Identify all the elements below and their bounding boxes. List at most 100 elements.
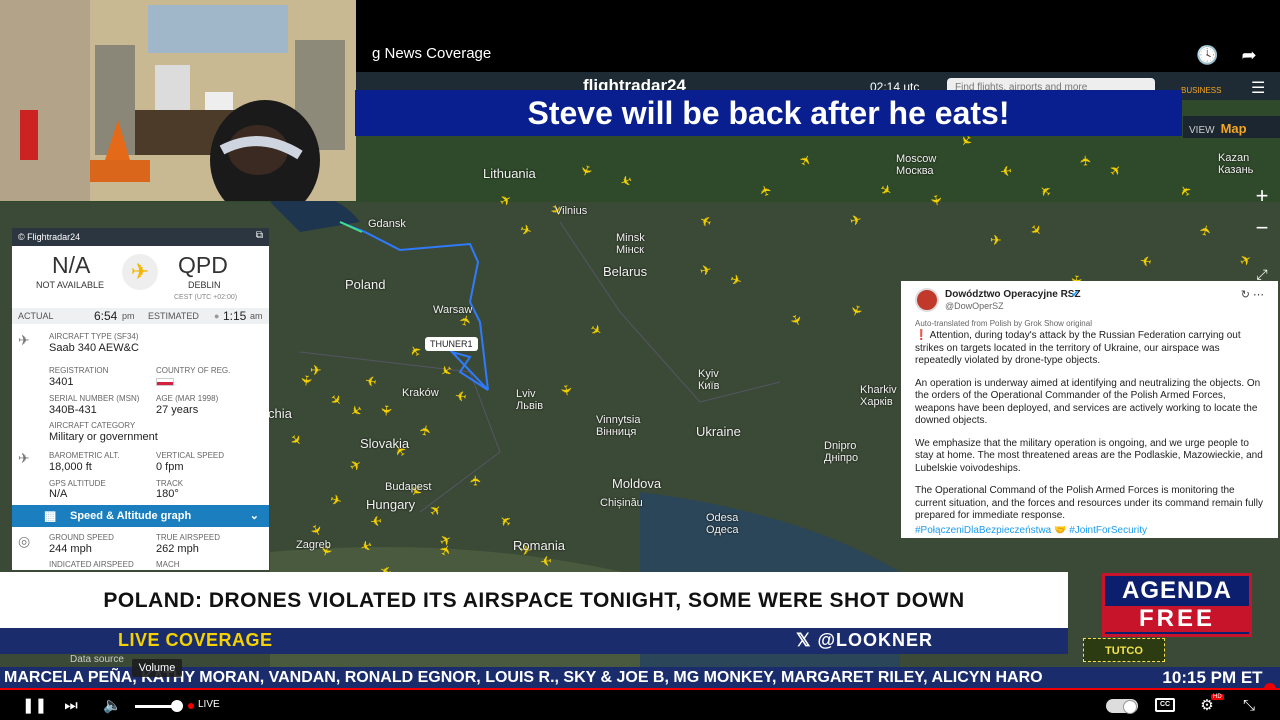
aircraft-marker-icon[interactable]: ✈ — [999, 161, 1012, 179]
map-label: Kraków — [402, 387, 439, 399]
pause-icon[interactable]: ❚❚ — [22, 696, 47, 716]
captions-button[interactable]: CC — [1155, 698, 1175, 712]
zoom-out-button[interactable]: − — [1248, 214, 1276, 242]
route-summary: N/A NOT AVAILABLE ✈ QPD DEBLIN CEST (UTC… — [12, 246, 269, 308]
agenda-free-logo: AGENDA FREE — [1102, 573, 1252, 637]
overlay-banner: Steve will be back after he eats! — [355, 90, 1182, 136]
video-title[interactable]: g News Coverage — [372, 45, 491, 62]
next-icon[interactable]: ⏭ — [62, 696, 80, 716]
actual-suffix: pm — [122, 311, 135, 321]
live-coverage-label: LIVE COVERAGE — [118, 630, 273, 650]
aircraft-marker-icon[interactable]: ✈ — [454, 386, 468, 404]
webcam-scene — [0, 0, 356, 201]
dest-name: DEBLIN — [188, 280, 221, 290]
hd-badge: HD — [1211, 694, 1224, 700]
speed-altitude-graph-toggle[interactable]: ▦ Speed & Altitude graph ⌄ — [12, 505, 269, 527]
map-label: Kyiv Київ — [698, 368, 720, 392]
map-label: Slovakia — [360, 436, 410, 451]
aircraft-marker-icon[interactable]: ✈ — [1077, 154, 1094, 166]
share-icon[interactable]: ➦ — [1238, 44, 1260, 66]
actual-time: 6:54 — [94, 309, 118, 323]
aircraft-marker-icon[interactable]: ✈ — [539, 551, 553, 569]
baro-label: BAROMETRIC ALT. — [49, 451, 120, 460]
business-label[interactable]: BUSINESS — [1181, 86, 1221, 95]
dest-timezone: CEST (UTC +02:00) — [174, 294, 238, 301]
map-label: Lithuania — [483, 166, 536, 181]
avatar[interactable] — [915, 288, 939, 312]
translation-note[interactable]: Auto-translated from Polish by Grok Show… — [915, 318, 1092, 331]
aircraft-marker-icon[interactable]: ✈ — [377, 404, 395, 417]
tweet-paragraph: ❗ Attention, during today's attack by th… — [915, 330, 1241, 366]
map-label: Warsaw — [433, 304, 473, 316]
callsign-callout[interactable]: THUNER1 — [425, 337, 478, 351]
tweet-hashtags[interactable]: #PołączeniDlaBezpieczeństwa 🤝 #JointForS… — [915, 525, 1265, 538]
estimated-time: 1:15 — [223, 309, 247, 323]
flight-info-panel: © Flightradar24 ⧉ N/A NOT AVAILABLE ✈ QP… — [12, 228, 269, 570]
tweet-paragraph: An operation is underway aimed at identi… — [915, 377, 1261, 427]
map-label: Gdansk — [368, 218, 406, 230]
brand-top: AGENDA — [1121, 577, 1232, 604]
altitude-icon: ✈ — [18, 450, 30, 466]
map-label: chia — [268, 406, 292, 421]
x-handle: 𝕏 @LOOKNER — [796, 630, 934, 650]
map-label: Moscow Москва — [896, 153, 937, 177]
live-label[interactable]: LIVE — [198, 699, 220, 710]
map-label: Zagreb — [296, 539, 331, 551]
map-label: Kharkiv Харків — [860, 384, 897, 408]
webcam-inset — [0, 0, 356, 201]
dot-icon: ● — [214, 311, 220, 321]
tweet-body: ❗ Attention, during today's attack by th… — [915, 330, 1265, 537]
map-label: Kazan Казань — [1218, 152, 1254, 176]
view-control[interactable]: VIEW Map — [1183, 116, 1280, 138]
data-source-label[interactable]: Data source — [70, 654, 124, 665]
origin-code: N/A — [52, 252, 91, 278]
volume-tooltip: Volume — [132, 659, 182, 677]
autoplay-toggle[interactable] — [1106, 699, 1138, 714]
origin-name: NOT AVAILABLE — [36, 280, 105, 290]
live-dot-icon — [188, 703, 194, 709]
vspeed-label: VERTICAL SPEED — [156, 451, 225, 460]
player-controls: ❚❚ ⏭ 🔈 LIVE CC ⚙ HD ⤡ — [0, 690, 1280, 720]
exit-fullscreen-icon[interactable]: ⤡ — [1238, 696, 1260, 716]
tweet-card[interactable]: Dowództwo Operacyjne RSZ ✔ @DowOperSZ ↻ … — [901, 281, 1278, 538]
aircraft-marker-icon[interactable]: ✈ — [990, 232, 1002, 249]
aircraft-marker-icon[interactable]: ✈ — [467, 474, 484, 487]
map-label: Moldova — [612, 476, 662, 491]
chevron-down-icon: ⌄ — [249, 510, 259, 522]
vspeed: 0 fpm — [156, 461, 184, 473]
volume-knob[interactable] — [171, 700, 183, 712]
aircraft-icon: ✈ — [18, 332, 30, 348]
poland-flag-icon — [156, 378, 174, 386]
age: 27 years — [156, 404, 199, 416]
zoom-in-button[interactable]: + — [1248, 182, 1276, 210]
tweet-handle[interactable]: @DowOperSZ — [945, 300, 1004, 313]
registration-label: REGISTRATION — [49, 366, 109, 375]
ground-label: GROUND SPEED — [49, 533, 114, 542]
view-label: VIEW — [1189, 125, 1215, 136]
tweet-paragraph: The Operational Command of the Polish Ar… — [915, 485, 1263, 521]
track-label: TRACK — [156, 479, 184, 488]
estimated-suffix: am — [250, 311, 263, 321]
volume-icon[interactable]: 🔈 — [103, 696, 122, 716]
registration: 3401 — [49, 376, 74, 388]
aircraft-marker-icon[interactable]: ✈ — [297, 374, 315, 388]
speed-icon: ◎ — [18, 533, 31, 549]
indicated-label: INDICATED AIRSPEED — [49, 560, 134, 569]
category-label: AIRCRAFT CATEGORY — [49, 421, 136, 430]
aircraft-marker-icon[interactable]: ✈ — [369, 512, 382, 530]
estimated-label: ESTIMATED — [148, 311, 199, 321]
gps: N/A — [49, 488, 68, 500]
aircraft-type: Saab 340 AEW&C — [49, 342, 139, 354]
clock-icon[interactable]: 🕓 — [1196, 44, 1218, 66]
hamburger-menu-icon[interactable]: ☰ — [1251, 78, 1265, 98]
view-value[interactable]: Map — [1221, 121, 1247, 136]
more-icon[interactable]: ↻ ⋯ — [1241, 289, 1264, 302]
map-label: Ukraine — [696, 424, 741, 439]
news-headline: POLAND: DRONES VIOLATED ITS AIRSPACE TON… — [0, 572, 1068, 628]
ground: 244 mph — [49, 543, 92, 555]
expand-icon[interactable]: ⧉ — [256, 230, 263, 241]
dest-code: QPD — [178, 252, 228, 278]
video-player[interactable]: ✈ ✈ ✈ ✈ ✈ ✈ ✈ ✈ ✈ ✈ ✈ ✈ ✈ ✈ ✈ ✈ ✈ ✈ ✈ ✈ ✈ ✈ ✈ ✈ ✈ ✈ ✈ ✈ ✈ ✈ ✈ ✈ ✈ ✈ ✈ ✈ ✈ ✈ ✈ ✈… — [0, 0, 1280, 720]
category: Military or government — [49, 431, 158, 443]
mach-label: MACH — [156, 560, 180, 569]
